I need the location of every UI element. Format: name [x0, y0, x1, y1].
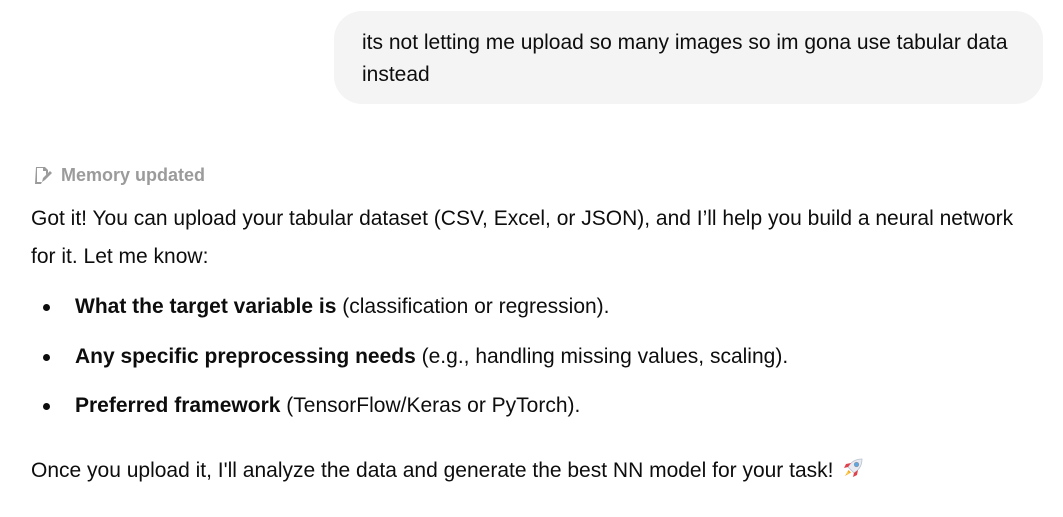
bullet-dot [43, 353, 50, 361]
user-message-text: its not letting me upload so many images… [362, 31, 1008, 86]
assistant-bullet-list: What the target variable is (classificat… [31, 290, 1031, 439]
bullet-dot [43, 403, 50, 410]
rocket-icon [841, 456, 865, 491]
bullet-bold-text: Preferred framework [75, 394, 281, 417]
closing-text: Once you upload it, I'll analyze the dat… [31, 459, 834, 482]
memory-updated-label: Memory updated [61, 164, 206, 185]
memory-edit-icon [34, 165, 52, 185]
bullet-text: (e.g., handling missing values, scaling)… [415, 344, 789, 368]
assistant-intro: Got it! You can upload your tabular data… [31, 207, 1014, 268]
bullet-bold-text: What the target variable is [75, 295, 337, 318]
bullet-dot [43, 304, 50, 311]
list-item: Preferred framework (TensorFlow/Keras or… [31, 389, 1031, 439]
list-item: Any specific preprocessing needs (e.g., … [31, 340, 1031, 390]
memory-updated-indicator[interactable]: Memory updated [34, 162, 205, 188]
bullet-text: (TensorFlow/Keras or PyTorch). [280, 394, 581, 417]
bullet-bold-text: Any specific preprocessing needs [75, 344, 416, 368]
assistant-message: Got it! You can upload your tabular data… [31, 200, 1031, 482]
user-message-bubble: its not letting me upload so many images… [334, 11, 1043, 104]
bullet-text: (classification or regression). [336, 295, 610, 318]
list-item: What the target variable is (classificat… [31, 290, 1031, 340]
assistant-closing: Once you upload it, I'll analyze the dat… [31, 454, 865, 491]
